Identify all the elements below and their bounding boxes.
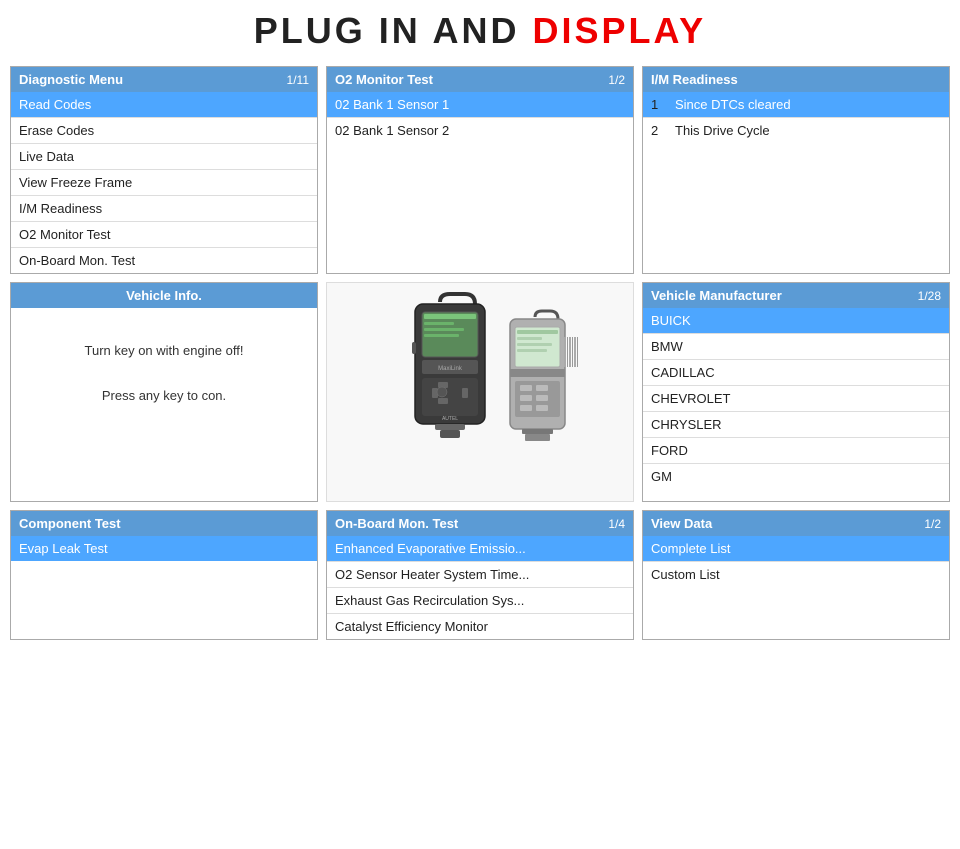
device-illustration: MaxiLink AUTEL xyxy=(380,292,580,492)
vehicle-manufacturer-header: Vehicle Manufacturer 1/28 xyxy=(643,283,949,308)
vehicle-manufacturer-page: 1/28 xyxy=(918,289,941,303)
component-test-header: Component Test xyxy=(11,511,317,536)
list-item[interactable]: 02 Bank 1 Sensor 2 xyxy=(327,118,633,143)
im-readiness-header: I/M Readiness xyxy=(643,67,949,92)
o2-monitor-header: O2 Monitor Test 1/2 xyxy=(327,67,633,92)
list-item[interactable]: Complete List xyxy=(643,536,949,562)
list-item[interactable]: CADILLAC xyxy=(643,360,949,386)
list-item[interactable]: CHRYSLER xyxy=(643,412,949,438)
list-item[interactable]: BUICK xyxy=(643,308,949,334)
vehicle-manufacturer-panel: Vehicle Manufacturer 1/28 BUICK BMW CADI… xyxy=(642,282,950,502)
list-item[interactable]: 2 This Drive Cycle xyxy=(643,118,949,143)
o2-monitor-page: 1/2 xyxy=(608,73,625,87)
item-number: 1 xyxy=(651,97,667,112)
vehicle-info-panel: Vehicle Info. Turn key on with engine of… xyxy=(10,282,318,502)
list-item[interactable]: Evap Leak Test xyxy=(11,536,317,561)
vehicle-info-title: Vehicle Info. xyxy=(126,288,202,303)
list-item[interactable]: Exhaust Gas Recirculation Sys... xyxy=(327,588,633,614)
list-item[interactable]: 02 Bank 1 Sensor 1 xyxy=(327,92,633,118)
diagnostic-menu-header: Diagnostic Menu 1/11 xyxy=(11,67,317,92)
im-readiness-panel: I/M Readiness 1 Since DTCs cleared 2 Thi… xyxy=(642,66,950,274)
svg-text:MaxiLink: MaxiLink xyxy=(438,366,463,372)
onboard-mon-panel: On-Board Mon. Test 1/4 Enhanced Evaporat… xyxy=(326,510,634,640)
diagnostic-menu-panel: Diagnostic Menu 1/11 Read Codes Erase Co… xyxy=(10,66,318,274)
list-item[interactable]: On-Board Mon. Test xyxy=(11,248,317,273)
list-item[interactable]: Read Codes xyxy=(11,92,317,118)
page-title: PLUG IN AND DISPLAY xyxy=(10,10,950,52)
component-test-title: Component Test xyxy=(19,516,121,531)
diagnostic-menu-page: 1/11 xyxy=(287,73,309,87)
view-data-header: View Data 1/2 xyxy=(643,511,949,536)
list-item[interactable]: O2 Monitor Test xyxy=(11,222,317,248)
title-prefix: PLUG IN AND xyxy=(254,10,533,51)
list-item[interactable]: Catalyst Efficiency Monitor xyxy=(327,614,633,639)
vehicle-info-line2: Press any key to con. xyxy=(102,388,226,403)
list-item[interactable]: Erase Codes xyxy=(11,118,317,144)
main-grid: Diagnostic Menu 1/11 Read Codes Erase Co… xyxy=(10,66,950,640)
list-item[interactable]: BMW xyxy=(643,334,949,360)
item-label: This Drive Cycle xyxy=(675,123,770,138)
item-number: 2 xyxy=(651,123,667,138)
vehicle-info-body: Turn key on with engine off! Press any k… xyxy=(11,308,317,438)
device-image-panel: MaxiLink AUTEL xyxy=(326,282,634,502)
o2-monitor-panel: O2 Monitor Test 1/2 02 Bank 1 Sensor 1 0… xyxy=(326,66,634,274)
component-test-panel: Component Test Evap Leak Test xyxy=(10,510,318,640)
list-item[interactable]: CHEVROLET xyxy=(643,386,949,412)
list-item[interactable]: Enhanced Evaporative Emissio... xyxy=(327,536,633,562)
onboard-mon-page: 1/4 xyxy=(608,517,625,531)
item-label: Since DTCs cleared xyxy=(675,97,791,112)
list-item[interactable]: Custom List xyxy=(643,562,949,587)
view-data-page: 1/2 xyxy=(924,517,941,531)
svg-text:AUTEL: AUTEL xyxy=(442,416,458,422)
list-item[interactable]: View Freeze Frame xyxy=(11,170,317,196)
o2-monitor-title: O2 Monitor Test xyxy=(335,72,433,87)
list-item[interactable]: 1 Since DTCs cleared xyxy=(643,92,949,118)
list-item[interactable]: GM xyxy=(643,464,949,489)
onboard-mon-title: On-Board Mon. Test xyxy=(335,516,458,531)
vehicle-manufacturer-title: Vehicle Manufacturer xyxy=(651,288,782,303)
list-item[interactable]: I/M Readiness xyxy=(11,196,317,222)
title-highlight: DISPLAY xyxy=(532,10,706,51)
vehicle-info-line1: Turn key on with engine off! xyxy=(85,343,244,358)
diagnostic-menu-title: Diagnostic Menu xyxy=(19,72,123,87)
view-data-panel: View Data 1/2 Complete List Custom List xyxy=(642,510,950,640)
view-data-title: View Data xyxy=(651,516,712,531)
vehicle-info-header: Vehicle Info. xyxy=(11,283,317,308)
onboard-mon-header: On-Board Mon. Test 1/4 xyxy=(327,511,633,536)
list-item[interactable]: Live Data xyxy=(11,144,317,170)
list-item[interactable]: O2 Sensor Heater System Time... xyxy=(327,562,633,588)
list-item[interactable]: FORD xyxy=(643,438,949,464)
im-readiness-title: I/M Readiness xyxy=(651,72,738,87)
